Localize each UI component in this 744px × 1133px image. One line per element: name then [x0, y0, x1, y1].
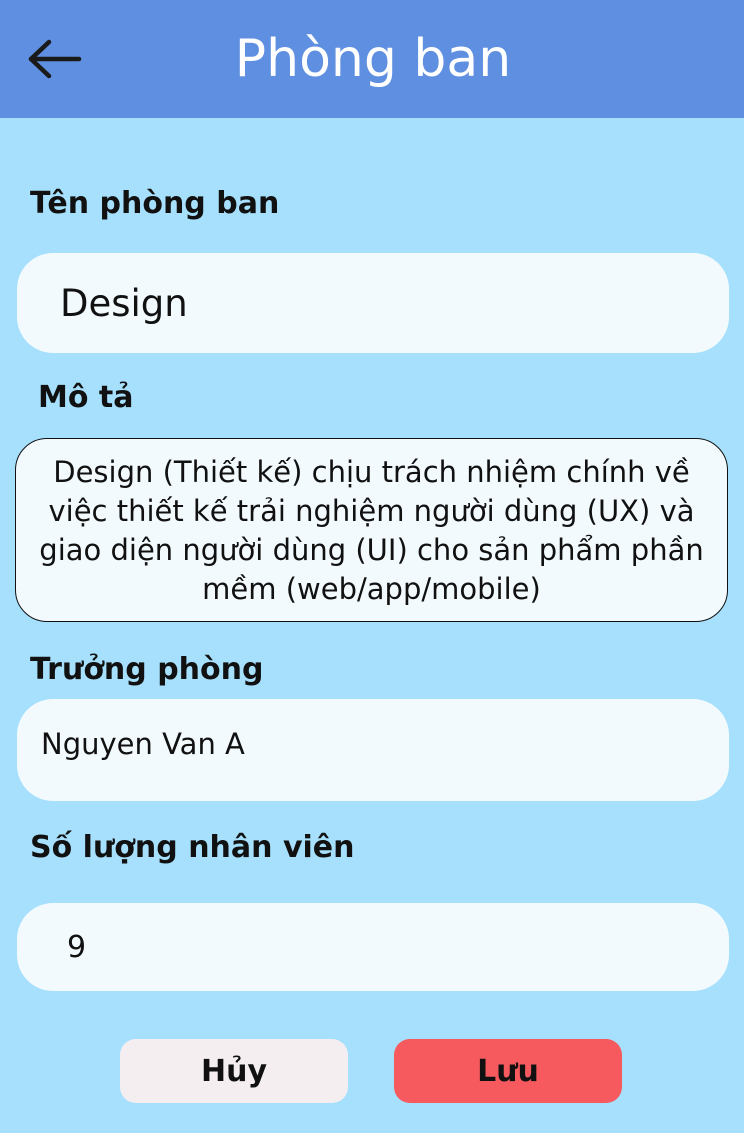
manager-label: Trưởng phòng [30, 652, 264, 687]
back-button[interactable] [22, 30, 88, 88]
description-label: Mô tả [38, 380, 134, 415]
description-field[interactable]: Design (Thiết kế) chịu trách nhiệm chính… [15, 438, 728, 622]
arrow-left-icon [28, 39, 82, 79]
save-button[interactable]: Lưu [394, 1039, 622, 1103]
app-header: Phòng ban [0, 0, 744, 118]
manager-field[interactable] [17, 699, 729, 801]
department-name-field[interactable] [17, 253, 729, 353]
department-name-input[interactable] [17, 253, 729, 353]
department-name-label: Tên phòng ban [30, 186, 280, 221]
cancel-button[interactable]: Hủy [120, 1039, 348, 1103]
page-title: Phòng ban [234, 29, 512, 89]
staff-count-field[interactable] [17, 903, 729, 991]
staff-count-input[interactable] [17, 903, 729, 991]
staff-count-label: Số lượng nhân viên [30, 830, 355, 865]
manager-input[interactable] [17, 699, 729, 801]
